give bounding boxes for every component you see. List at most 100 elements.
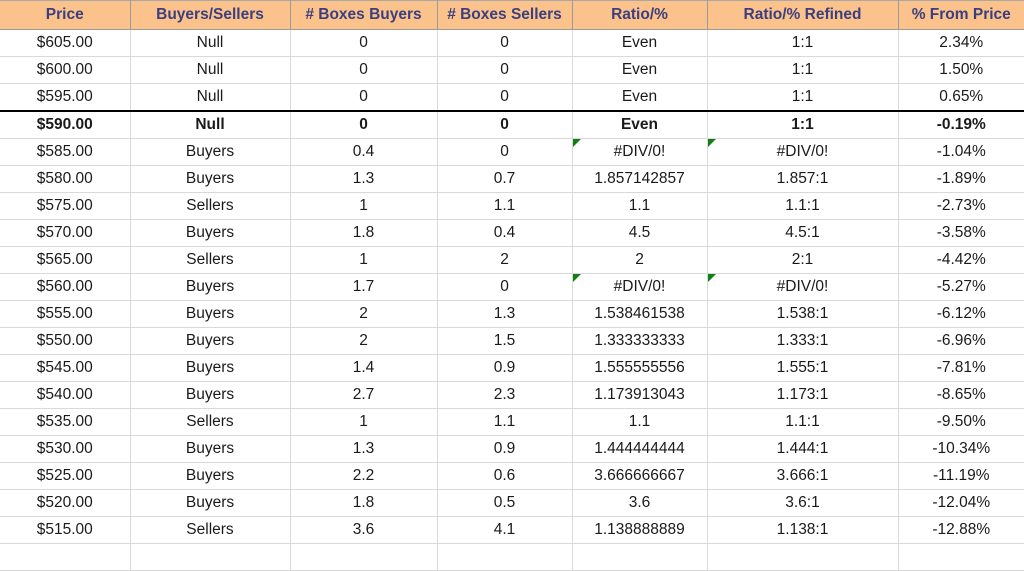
- column-header-price[interactable]: Price: [0, 0, 131, 30]
- cell-boxes_buyers[interactable]: 0: [290, 83, 438, 112]
- cell-pct_from_price[interactable]: -12.88%: [898, 516, 1024, 544]
- cell-price[interactable]: $520.00: [0, 489, 131, 517]
- cell-ratio[interactable]: Even: [572, 110, 708, 139]
- column-header-boxes-sellers[interactable]: # Boxes Sellers: [437, 0, 573, 30]
- cell-ratio_refined[interactable]: 1:1: [707, 110, 899, 139]
- cell-boxes_buyers[interactable]: 1.7: [290, 273, 438, 301]
- cell-price[interactable]: $590.00: [0, 110, 131, 139]
- cell-ratio_refined[interactable]: 1.138:1: [707, 516, 899, 544]
- cell-ratio_refined[interactable]: 1.173:1: [707, 381, 899, 409]
- cell-ratio[interactable]: Even: [572, 56, 708, 84]
- cell-boxes_sellers[interactable]: 1.1: [437, 408, 573, 436]
- cell-boxes_sellers[interactable]: 0: [437, 29, 573, 57]
- cell-boxes_sellers[interactable]: 1.5: [437, 327, 573, 355]
- cell-ratio[interactable]: 1.138888889: [572, 516, 708, 544]
- cell-price[interactable]: $580.00: [0, 165, 131, 193]
- cell-boxes_sellers[interactable]: 0: [437, 273, 573, 301]
- cell-pct_from_price[interactable]: 2.34%: [898, 29, 1024, 57]
- column-header-boxes-buyers[interactable]: # Boxes Buyers: [290, 0, 438, 30]
- cell-buyers_sellers[interactable]: Buyers: [130, 489, 291, 517]
- cell-pct_from_price[interactable]: -6.96%: [898, 327, 1024, 355]
- cell-buyers_sellers[interactable]: Buyers: [130, 435, 291, 463]
- cell-boxes_sellers[interactable]: 0: [437, 83, 573, 112]
- cell-pct_from_price[interactable]: -5.27%: [898, 273, 1024, 301]
- cell-buyers_sellers[interactable]: Buyers: [130, 462, 291, 490]
- cell-price[interactable]: $600.00: [0, 56, 131, 84]
- cell-price[interactable]: $595.00: [0, 83, 131, 112]
- cell-price[interactable]: $585.00: [0, 138, 131, 166]
- cell-buyers_sellers[interactable]: Null: [130, 83, 291, 112]
- cell-price[interactable]: $530.00: [0, 435, 131, 463]
- cell-price[interactable]: $555.00: [0, 300, 131, 328]
- cell-price[interactable]: $540.00: [0, 381, 131, 409]
- cell-ratio_refined[interactable]: 1.555:1: [707, 354, 899, 382]
- cell-ratio_refined[interactable]: 2:1: [707, 246, 899, 274]
- cell-ratio[interactable]: 1.333333333: [572, 327, 708, 355]
- cell-buyers_sellers[interactable]: Buyers: [130, 354, 291, 382]
- cell-buyers_sellers[interactable]: Null: [130, 29, 291, 57]
- cell-ratio[interactable]: [572, 543, 708, 571]
- cell-price[interactable]: $565.00: [0, 246, 131, 274]
- cell-boxes_sellers[interactable]: 0.5: [437, 489, 573, 517]
- cell-boxes_sellers[interactable]: 2.3: [437, 381, 573, 409]
- cell-ratio[interactable]: 1.1: [572, 192, 708, 220]
- cell-pct_from_price[interactable]: -0.19%: [898, 110, 1024, 139]
- cell-pct_from_price[interactable]: -11.19%: [898, 462, 1024, 490]
- cell-boxes_sellers[interactable]: 2: [437, 246, 573, 274]
- cell-ratio[interactable]: 2: [572, 246, 708, 274]
- cell-boxes_sellers[interactable]: [437, 543, 573, 571]
- cell-boxes_sellers[interactable]: 0: [437, 110, 573, 139]
- cell-ratio[interactable]: 3.666666667: [572, 462, 708, 490]
- cell-buyers_sellers[interactable]: Buyers: [130, 138, 291, 166]
- cell-pct_from_price[interactable]: -1.04%: [898, 138, 1024, 166]
- cell-boxes_sellers[interactable]: 0.9: [437, 354, 573, 382]
- cell-pct_from_price[interactable]: -3.58%: [898, 219, 1024, 247]
- cell-pct_from_price[interactable]: -9.50%: [898, 408, 1024, 436]
- cell-buyers_sellers[interactable]: Sellers: [130, 246, 291, 274]
- cell-ratio_refined[interactable]: #DIV/0!: [707, 273, 899, 301]
- cell-boxes_buyers[interactable]: 0.4: [290, 138, 438, 166]
- cell-price[interactable]: $575.00: [0, 192, 131, 220]
- cell-ratio[interactable]: 3.6: [572, 489, 708, 517]
- cell-pct_from_price[interactable]: -12.04%: [898, 489, 1024, 517]
- cell-ratio_refined[interactable]: [707, 543, 899, 571]
- cell-boxes_sellers[interactable]: 4.1: [437, 516, 573, 544]
- cell-boxes_sellers[interactable]: 1.1: [437, 192, 573, 220]
- cell-boxes_buyers[interactable]: 1.8: [290, 489, 438, 517]
- cell-ratio[interactable]: 1.538461538: [572, 300, 708, 328]
- cell-boxes_sellers[interactable]: 1.3: [437, 300, 573, 328]
- cell-boxes_sellers[interactable]: 0.4: [437, 219, 573, 247]
- cell-ratio_refined[interactable]: 1.444:1: [707, 435, 899, 463]
- cell-boxes_buyers[interactable]: 1: [290, 192, 438, 220]
- cell-boxes_sellers[interactable]: 0.7: [437, 165, 573, 193]
- cell-price[interactable]: $535.00: [0, 408, 131, 436]
- cell-price[interactable]: $570.00: [0, 219, 131, 247]
- column-header-pct-from-price[interactable]: % From Price: [898, 0, 1024, 30]
- cell-pct_from_price[interactable]: -4.42%: [898, 246, 1024, 274]
- cell-ratio[interactable]: 1.173913043: [572, 381, 708, 409]
- cell-buyers_sellers[interactable]: Buyers: [130, 273, 291, 301]
- cell-ratio[interactable]: #DIV/0!: [572, 138, 708, 166]
- cell-boxes_sellers[interactable]: 0.9: [437, 435, 573, 463]
- cell-price[interactable]: $605.00: [0, 29, 131, 57]
- cell-pct_from_price[interactable]: -2.73%: [898, 192, 1024, 220]
- cell-ratio[interactable]: 4.5: [572, 219, 708, 247]
- cell-buyers_sellers[interactable]: Buyers: [130, 327, 291, 355]
- cell-pct_from_price[interactable]: -1.89%: [898, 165, 1024, 193]
- cell-ratio_refined[interactable]: 1.1:1: [707, 192, 899, 220]
- cell-buyers_sellers[interactable]: Buyers: [130, 300, 291, 328]
- cell-buyers_sellers[interactable]: Sellers: [130, 516, 291, 544]
- cell-boxes_sellers[interactable]: 0: [437, 138, 573, 166]
- cell-boxes_buyers[interactable]: 2: [290, 327, 438, 355]
- cell-boxes_buyers[interactable]: 2.2: [290, 462, 438, 490]
- column-header-buyers-sellers[interactable]: Buyers/Sellers: [130, 0, 291, 30]
- cell-buyers_sellers[interactable]: Buyers: [130, 165, 291, 193]
- cell-ratio_refined[interactable]: 1:1: [707, 29, 899, 57]
- cell-buyers_sellers[interactable]: Null: [130, 110, 291, 139]
- cell-boxes_buyers[interactable]: 2: [290, 300, 438, 328]
- cell-ratio_refined[interactable]: #DIV/0!: [707, 138, 899, 166]
- cell-pct_from_price[interactable]: -7.81%: [898, 354, 1024, 382]
- cell-boxes_buyers[interactable]: 0: [290, 56, 438, 84]
- cell-pct_from_price[interactable]: -6.12%: [898, 300, 1024, 328]
- cell-ratio[interactable]: Even: [572, 29, 708, 57]
